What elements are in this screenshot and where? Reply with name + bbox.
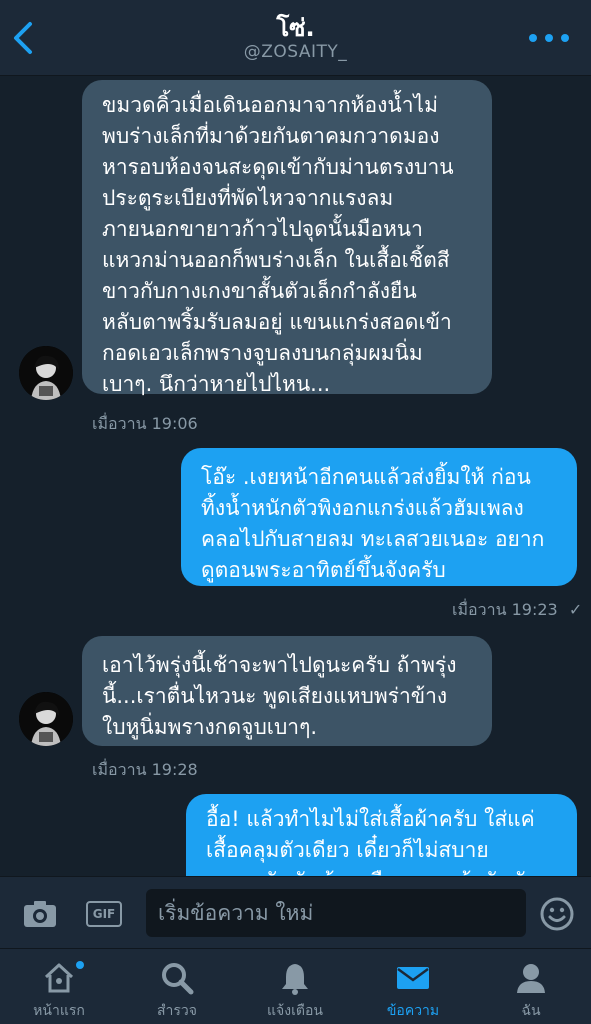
message-timestamp: เมื่อวาน 19:06 (92, 414, 198, 433)
tab-home[interactable]: หน้าแรก (0, 949, 118, 1024)
bottom-tab-bar: หน้าแรก สำรวจ แจ้งเตือน ข้อความ ฉัน (0, 948, 591, 1024)
more-dots-icon (529, 34, 537, 42)
message-input[interactable] (146, 889, 526, 937)
bell-icon (282, 964, 308, 995)
tab-notifications[interactable]: แจ้งเตือน (236, 949, 354, 1024)
camera-icon (24, 901, 56, 927)
tab-label: ฉัน (521, 1003, 541, 1019)
home-icon (44, 963, 74, 993)
message-composer: GIF (0, 876, 591, 948)
tab-label: หน้าแรก (33, 1003, 85, 1019)
tab-label: ข้อความ (386, 1003, 440, 1019)
emoji-button[interactable] (540, 897, 574, 931)
tab-label: แจ้งเตือน (267, 1003, 323, 1019)
more-options-button[interactable] (529, 28, 569, 48)
avatar-image (19, 346, 73, 400)
smiley-icon (540, 897, 574, 931)
conversation-header: โซ่. @ZOSAITY_ (0, 0, 591, 76)
avatar[interactable] (19, 346, 73, 400)
camera-button[interactable] (22, 899, 58, 929)
message-bubble-outgoing[interactable]: โอ๊ะ .เงยหน้าอีกคนแล้วส่งยิ้มให้ ก่อน ทิ… (181, 448, 577, 586)
message-bubble-incoming[interactable]: เอาไว้พรุ่งนี้เช้าจะพาไปดูนะครับ ถ้าพรุ่… (82, 636, 492, 746)
conversation-username: @ZOSAITY_ (243, 42, 348, 62)
avatar-image (19, 692, 73, 746)
mail-icon (397, 967, 429, 989)
message-bubble-outgoing[interactable]: อื้อ! แล้วทำไมไม่ใส่เสื้อผ้าครับ ใส่แค่ … (186, 794, 577, 876)
tab-label: สำรวจ (157, 1003, 197, 1019)
tab-messages[interactable]: ข้อความ (354, 949, 472, 1024)
search-icon (162, 963, 194, 995)
notification-dot (76, 961, 84, 969)
message-thread[interactable]: ขมวดคิ้วเมื่อเดินออกมาจากห้องน้ำไม่ พบร่… (0, 76, 591, 876)
tab-explore[interactable]: สำรวจ (118, 949, 236, 1024)
message-timestamp: เมื่อวาน 19:23 ✓ (452, 600, 583, 619)
tab-me[interactable]: ฉัน (472, 949, 590, 1024)
person-icon (517, 964, 545, 993)
avatar[interactable] (19, 692, 73, 746)
read-check-icon: ✓ (568, 600, 583, 619)
message-bubble-incoming[interactable]: ขมวดคิ้วเมื่อเดินออกมาจากห้องน้ำไม่ พบร่… (82, 80, 492, 396)
gif-button[interactable]: GIF (86, 901, 122, 927)
message-timestamp: เมื่อวาน 19:28 (92, 760, 198, 779)
